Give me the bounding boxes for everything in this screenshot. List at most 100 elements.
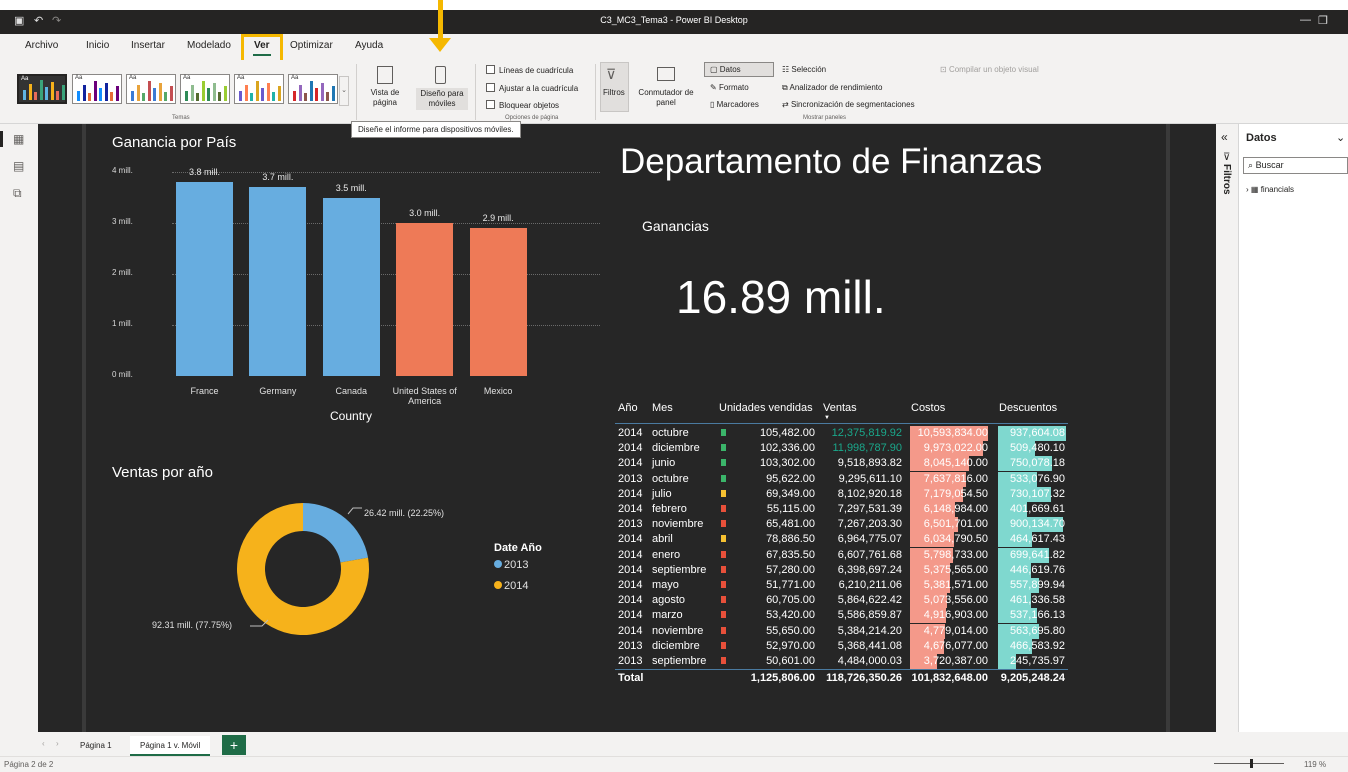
page-view-button[interactable]: Vista de página	[364, 88, 406, 108]
zoom-slider[interactable]	[1214, 763, 1284, 764]
data-search-input[interactable]: ⌕ Buscar	[1243, 157, 1348, 174]
cell-month: julio	[652, 487, 672, 500]
theme-swatch-bar	[250, 93, 253, 101]
theme-swatch-bar	[277, 86, 281, 101]
table-row[interactable]: 2014 abril 78,886.50 6,964,775.07 6,034,790.…	[615, 532, 1070, 548]
theme-swatch-bar	[190, 85, 194, 101]
table-row[interactable]: 2014 septiembre 57,280.00 6,398,697.24 5,375…	[615, 562, 1070, 578]
cell-costos: 6,034,790.50	[923, 533, 988, 546]
bar[interactable]	[396, 223, 454, 376]
collapse-panes-icon[interactable]: «	[1221, 130, 1228, 144]
theme-thumbnail[interactable]: Aa	[126, 74, 176, 104]
bar[interactable]	[469, 228, 527, 376]
minimize-icon[interactable]: —	[1300, 14, 1311, 26]
table-row[interactable]: 2013 septiembre 50,601.00 4,484,000.03 3,720…	[615, 654, 1070, 669]
tab-inicio[interactable]: Inicio	[86, 40, 109, 51]
performance-analyzer-toggle[interactable]: ⧉ Analizador de rendimiento	[782, 83, 882, 93]
cell-units: 50,601.00	[766, 655, 815, 667]
themes-dropdown-button[interactable]: ⌄	[339, 76, 349, 106]
chevron-down-icon[interactable]: ⌄	[1336, 131, 1345, 144]
tab-modelado[interactable]: Modelado	[187, 40, 231, 51]
x-tick-label: Canada	[335, 386, 368, 396]
flag-icon-red	[721, 505, 726, 512]
snap-to-grid-checkbox[interactable]: Ajustar a la cuadrícula	[486, 83, 578, 93]
column-header[interactable]: Año	[618, 402, 638, 414]
field-table-financials[interactable]: › ▦ financials	[1246, 185, 1294, 194]
table-row[interactable]: 2014 octubre 105,482.00 12,375,819.92 10,593…	[615, 426, 1070, 441]
theme-sample-text: Aa	[21, 76, 29, 82]
cell-year: 2013	[618, 472, 643, 485]
ribbon-ver: Aa Aa Aa Aa Aa Aa ⌄ Temas Vista de página Dis…	[0, 60, 1348, 124]
column-header[interactable]: Mes	[652, 402, 673, 414]
tab-insertar[interactable]: Insertar	[131, 40, 165, 51]
lock-objects-checkbox[interactable]: Bloquear objetos	[486, 100, 559, 110]
format-pane-toggle[interactable]: ✎ Formato	[710, 83, 749, 92]
table-row[interactable]: 2014 mayo 51,771.00 6,210,211.06 5,381,571.0…	[615, 578, 1070, 593]
theme-thumbnail[interactable]: Aa	[288, 74, 338, 104]
bar[interactable]	[176, 182, 233, 376]
table-row[interactable]: 2014 noviembre 55,650.00 5,384,214.20 4,779,…	[615, 623, 1070, 639]
cell-ventas: 9,295,611.10	[838, 472, 902, 485]
zoom-slider-thumb[interactable]	[1250, 759, 1253, 768]
legend-dot-2013	[494, 560, 502, 568]
bar[interactable]	[249, 187, 307, 376]
theme-swatch-bar	[61, 85, 65, 100]
table-row[interactable]: 2014 diciembre 102,336.00 11,998,787.90 9,97…	[615, 441, 1070, 457]
search-icon: ⌕	[1248, 160, 1254, 170]
table-row[interactable]: 2013 diciembre 52,970.00 5,368,441.08 4,676,…	[615, 638, 1070, 654]
tab-ayuda[interactable]: Ayuda	[355, 40, 383, 51]
table-row[interactable]: 2013 noviembre 65,481.00 7,267,203.30 6,501,…	[615, 517, 1070, 533]
filters-pane-collapsed[interactable]: « ⊽	[1216, 124, 1239, 732]
bookmarks-pane-toggle[interactable]: ▯ Marcadores	[710, 100, 759, 109]
table-row[interactable]: 2014 enero 67,835.50 6,607,761.68 5,798,733.…	[615, 547, 1070, 563]
panel-switcher-icon	[657, 67, 675, 81]
theme-thumbnail[interactable]: Aa	[72, 74, 122, 104]
gridlines-checkbox[interactable]: Líneas de cuadrícula	[486, 65, 573, 75]
table-row[interactable]: 2014 agosto 60,705.00 5,864,622.42 5,073,556…	[615, 593, 1070, 609]
theme-thumbnail[interactable]: Aa	[180, 74, 230, 104]
column-header[interactable]: Descuentos	[999, 402, 1057, 414]
tab-archivo[interactable]: Archivo	[25, 40, 58, 51]
legend-item-2014[interactable]: 2014	[494, 580, 528, 592]
total-costos: 101,832,648.00	[911, 672, 988, 685]
column-header[interactable]: Ventas	[823, 402, 857, 414]
column-header[interactable]: Unidades vendidas	[719, 402, 813, 414]
legend-item-2013[interactable]: 2013	[494, 559, 528, 571]
table-row[interactable]: 2013 octubre 95,622.00 9,295,611.10 7,637,81…	[615, 471, 1070, 487]
sync-slicers-toggle[interactable]: ⇄ Sincronización de segmentaciones	[782, 100, 915, 109]
cell-costos: 5,375,565.00	[923, 563, 988, 576]
tab-optimizar[interactable]: Optimizar	[290, 40, 333, 51]
panel-switcher-button[interactable]: Conmutador de panel	[633, 88, 699, 108]
column-header[interactable]: Costos	[911, 402, 945, 414]
cell-units: 53,420.00	[766, 609, 815, 622]
table-view-icon[interactable]: ▤	[13, 159, 24, 173]
ribbon-divider	[475, 64, 476, 120]
mobile-layout-icon	[435, 66, 446, 84]
restore-icon[interactable]: ❐	[1318, 14, 1328, 27]
model-view-icon[interactable]: ⧉	[13, 186, 22, 201]
theme-swatch-bar	[212, 83, 216, 101]
add-page-button[interactable]: +	[222, 735, 246, 755]
mobile-layout-button[interactable]: Diseño para móviles	[416, 88, 468, 110]
table-row[interactable]: 2014 junio 103,302.00 9,518,893.82 8,045,140…	[615, 456, 1070, 472]
filters-button[interactable]: Filtros	[603, 88, 625, 97]
selection-pane-toggle[interactable]: ☷ Selección	[782, 65, 826, 74]
theme-thumbnail[interactable]: Aa	[17, 74, 67, 104]
data-pane-toggle[interactable]: ▢ Datos	[710, 65, 741, 74]
cell-costos: 9,973,022.00	[923, 442, 988, 455]
next-page-icon[interactable]: ›	[56, 739, 59, 748]
prev-page-icon[interactable]: ‹	[42, 739, 45, 748]
theme-swatch-bar	[266, 83, 270, 101]
sort-desc-icon: ▼	[824, 415, 830, 421]
card-label: Ganancias	[642, 218, 709, 234]
theme-swatch-bar	[99, 88, 102, 101]
filter-icon: ⊽	[606, 66, 617, 82]
theme-thumbnail[interactable]: Aa	[234, 74, 284, 104]
bar[interactable]	[322, 197, 380, 376]
table-row[interactable]: 2014 julio 69,349.00 8,102,920.18 7,179,054.…	[615, 486, 1070, 502]
page-tab-mobile[interactable]: Página 1 v. Móvil	[130, 736, 211, 756]
page-tab-1[interactable]: Página 1	[70, 736, 122, 756]
table-row[interactable]: 2014 marzo 53,420.00 5,586,859.87 4,916,903.…	[615, 608, 1070, 624]
table-row[interactable]: 2014 febrero 55,115.00 7,297,531.39 6,148,98…	[615, 502, 1070, 517]
report-view-icon[interactable]: ▦	[13, 132, 24, 146]
